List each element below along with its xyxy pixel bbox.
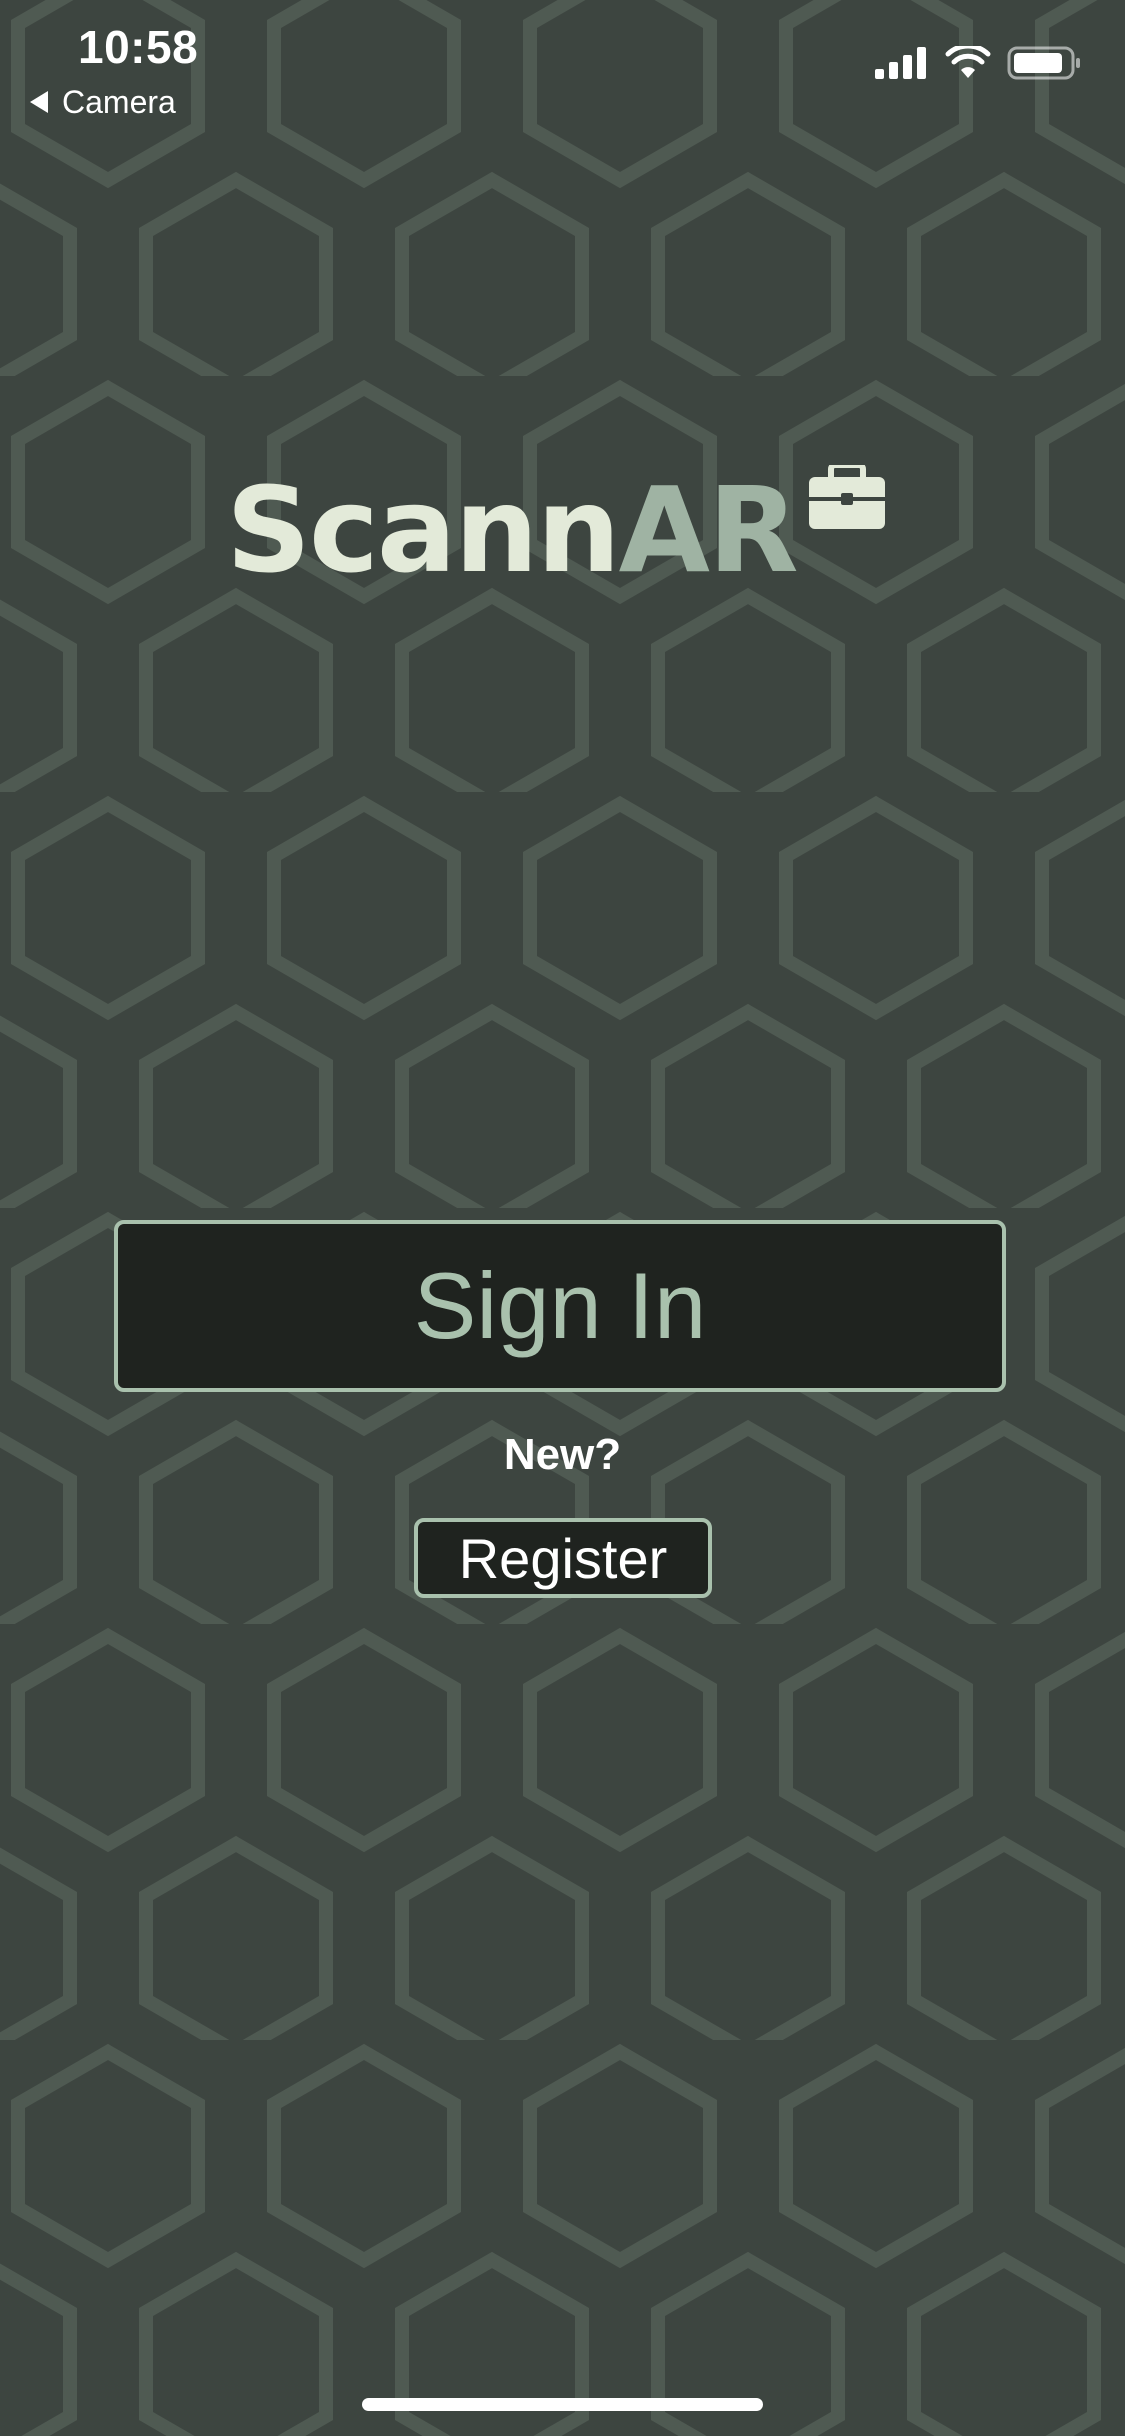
new-user-label: New? <box>503 1430 622 1479</box>
back-triangle-icon <box>30 91 48 113</box>
logo-text-accent: AR <box>618 461 799 599</box>
wifi-icon <box>945 46 991 78</box>
logo-text-primary: Scann <box>226 461 621 599</box>
back-to-camera-link[interactable]: Camera <box>30 82 176 122</box>
briefcase-icon <box>808 465 885 529</box>
battery-icon <box>1007 46 1080 80</box>
cellular-signal-icon <box>875 47 926 79</box>
status-time: 10:58 <box>78 21 199 73</box>
back-app-label: Camera <box>62 83 176 120</box>
home-indicator[interactable] <box>362 2398 763 2411</box>
hexagon-pattern-background <box>0 0 1125 2436</box>
sign-in-button[interactable]: Sign In <box>114 1220 1006 1392</box>
status-icons <box>875 46 1081 80</box>
register-button[interactable]: Register <box>414 1518 712 1598</box>
login-screen: 10:58 Camera Scann AR Sign In New? Regis… <box>0 0 1125 2436</box>
scannar-logo: Scann AR <box>226 465 885 595</box>
